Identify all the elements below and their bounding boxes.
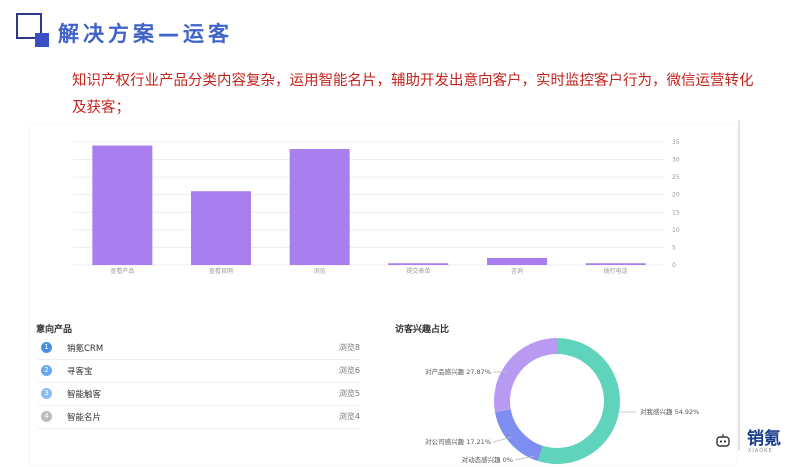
brand-logo: 销氪 <box>747 429 781 449</box>
donut-slice <box>495 409 543 462</box>
slice-label: 对产品感兴趣 27.87% <box>425 367 491 376</box>
donut-slice <box>537 338 620 465</box>
slice-label: 对我感兴趣 54.92% <box>640 407 699 416</box>
interest-donut-chart: 对我感兴趣 54.92% 对公司感兴趣 17.21% 对产品感兴趣 27.87% 对动… <box>425 338 699 465</box>
slide: 解决方案—运客 知识产权行业产品分类内容复杂，运用智能名片，辅助开发出意向客户，… <box>0 0 792 467</box>
robot-icon[interactable] <box>715 433 731 448</box>
slice-label: 对公司感兴趣 17.21% <box>425 437 491 446</box>
donut-slice <box>494 338 557 413</box>
slice-label: 对动态感兴趣 0% <box>462 455 513 464</box>
brand-logo-sub: XIAOKE <box>748 448 773 454</box>
